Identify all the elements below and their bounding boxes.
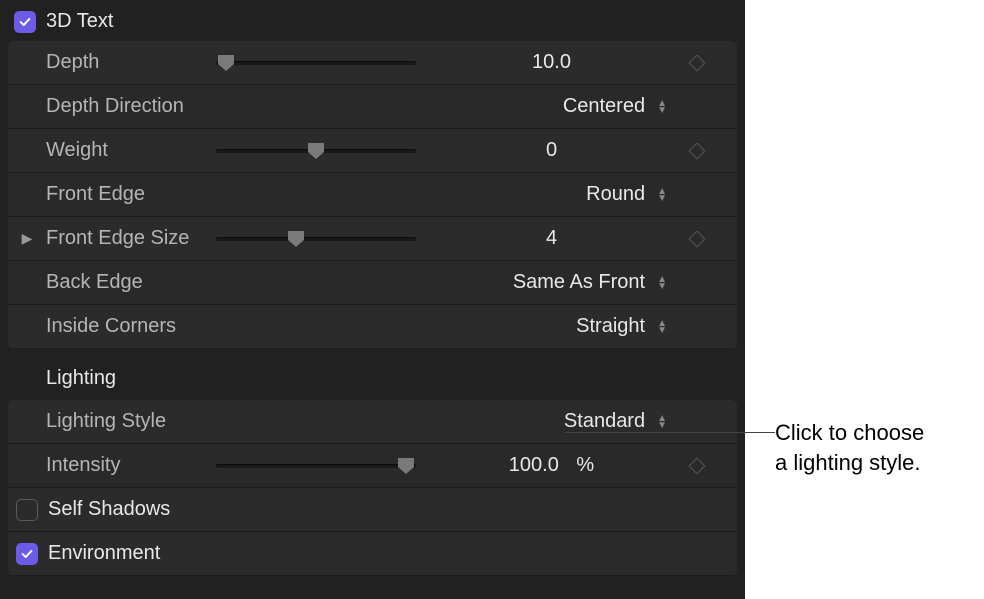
section-header-3d-text: 3D Text [8,6,737,41]
checkbox-environment[interactable] [16,543,38,565]
slider-intensity[interactable] [216,464,416,468]
callout-line [565,432,775,433]
checkbox-3d-text[interactable] [14,11,36,33]
annotation-text: Click to choose a lighting style. [775,418,924,477]
label-intensity: Intensity [46,454,216,477]
label-depth-direction: Depth Direction [46,95,216,118]
row-weight: Weight 0 [8,129,737,173]
row-intensity: Intensity 100.0 % [8,444,737,488]
slider-front-edge-size[interactable] [216,237,416,241]
stepper-icon: ▲▼ [657,320,667,334]
select-front-edge[interactable]: Round ▲▼ [436,183,667,206]
stepper-icon: ▲▼ [657,100,667,114]
keyframe-front-edge-size[interactable] [689,230,706,247]
row-front-edge-size: ▶ Front Edge Size 4 [8,217,737,261]
label-inside-corners: Inside Corners [46,315,216,338]
section-title-3d-text: 3D Text [46,10,113,33]
row-self-shadows: Self Shadows [8,488,737,532]
value-front-edge-size[interactable]: 4 [436,227,667,250]
keyframe-depth[interactable] [689,54,706,71]
row-back-edge: Back Edge Same As Front ▲▼ [8,261,737,305]
slider-depth[interactable] [216,61,416,65]
stepper-icon: ▲▼ [657,188,667,202]
row-environment: Environment [8,532,737,576]
inspector-panel: 3D Text Depth 10.0 Depth Direction Cen [0,0,745,599]
row-inside-corners: Inside Corners Straight ▲▼ [8,305,737,349]
row-depth-direction: Depth Direction Centered ▲▼ [8,85,737,129]
keyframe-intensity[interactable] [689,457,706,474]
rows-3d-text: Depth 10.0 Depth Direction Centered ▲▼ [8,41,737,349]
stepper-icon: ▲▼ [657,415,667,429]
label-lighting-style: Lighting Style [46,410,216,433]
section-title-lighting: Lighting [46,367,116,390]
value-weight[interactable]: 0 [436,139,667,162]
label-self-shadows: Self Shadows [48,498,170,521]
label-depth: Depth [46,51,216,74]
slider-weight[interactable] [216,149,416,153]
row-depth: Depth 10.0 [8,41,737,85]
label-weight: Weight [46,139,216,162]
value-intensity[interactable]: 100.0 % [436,454,667,477]
label-environment: Environment [48,542,160,565]
row-lighting-style: Lighting Style Standard ▲▼ [8,400,737,444]
value-depth[interactable]: 10.0 [436,51,667,74]
rows-lighting: Lighting Style Standard ▲▼ Intensity 100… [8,400,737,576]
select-inside-corners[interactable]: Straight ▲▼ [436,315,667,338]
disclosure-triangle-icon[interactable]: ▶ [22,230,33,247]
label-front-edge: Front Edge [46,183,216,206]
row-front-edge: Front Edge Round ▲▼ [8,173,737,217]
select-back-edge[interactable]: Same As Front ▲▼ [436,271,667,294]
select-lighting-style[interactable]: Standard ▲▼ [436,410,667,433]
keyframe-weight[interactable] [689,142,706,159]
label-back-edge: Back Edge [46,271,216,294]
section-header-lighting: Lighting [8,349,737,400]
checkbox-self-shadows[interactable] [16,499,38,521]
stepper-icon: ▲▼ [657,276,667,290]
label-front-edge-size: Front Edge Size [46,227,216,250]
select-depth-direction[interactable]: Centered ▲▼ [436,95,667,118]
